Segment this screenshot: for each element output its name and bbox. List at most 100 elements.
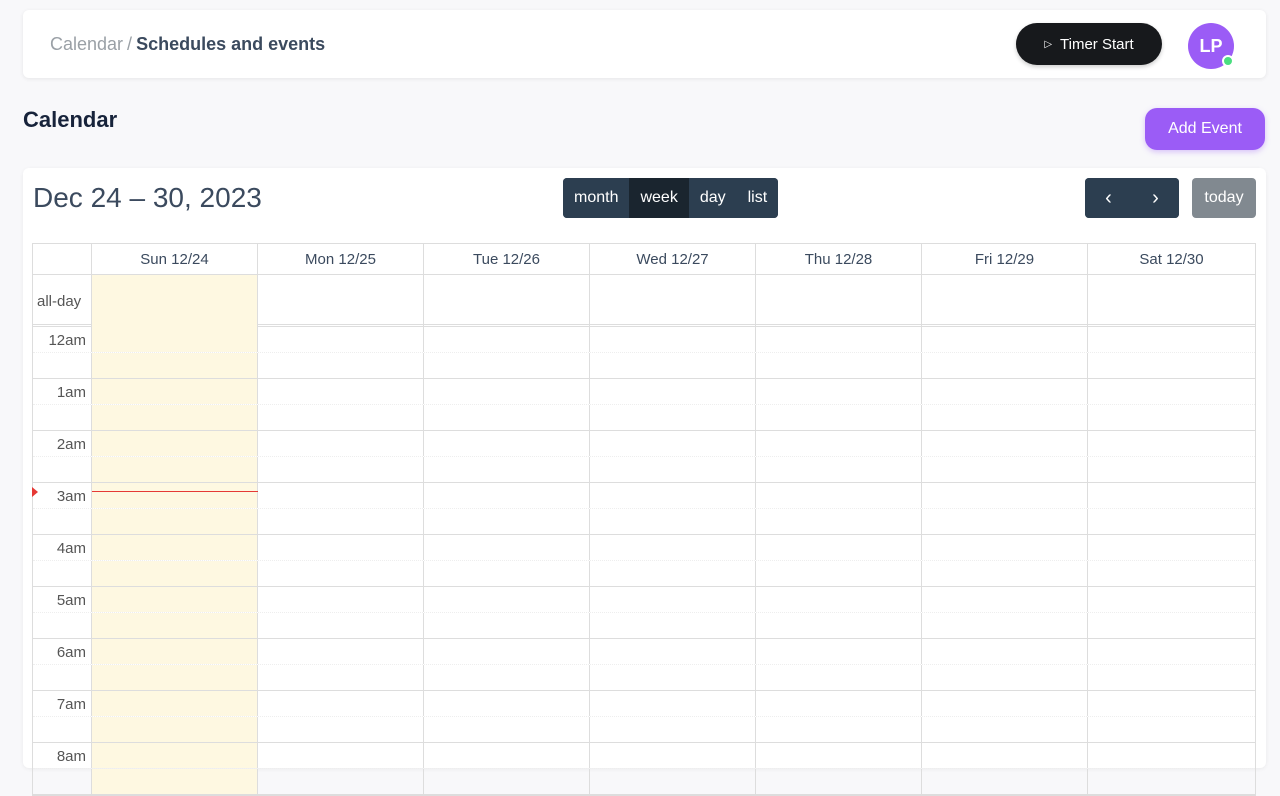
time-slot-cell[interactable] bbox=[1088, 691, 1255, 716]
all-day-cell[interactable] bbox=[922, 275, 1088, 327]
time-slot-cell[interactable] bbox=[922, 769, 1088, 794]
time-slot-cell[interactable] bbox=[590, 457, 756, 482]
time-slot-cell[interactable] bbox=[92, 509, 258, 534]
time-slot-cell[interactable] bbox=[756, 561, 922, 586]
time-slot-cell[interactable] bbox=[922, 327, 1088, 352]
time-slot-cell[interactable] bbox=[756, 587, 922, 612]
time-slot-cell[interactable] bbox=[922, 691, 1088, 716]
time-slot-cell[interactable] bbox=[590, 509, 756, 534]
time-slot-cell[interactable] bbox=[1088, 353, 1255, 378]
time-slot-cell[interactable] bbox=[590, 535, 756, 560]
time-slot-cell[interactable] bbox=[756, 639, 922, 664]
time-slot-cell[interactable] bbox=[756, 509, 922, 534]
time-slot-cell[interactable] bbox=[92, 431, 258, 456]
time-slot-cell[interactable] bbox=[922, 561, 1088, 586]
time-slot-cell[interactable] bbox=[922, 431, 1088, 456]
time-slot-cell[interactable] bbox=[92, 327, 258, 352]
time-slot-cell[interactable] bbox=[922, 665, 1088, 690]
time-slot-cell[interactable] bbox=[590, 379, 756, 404]
time-slot-cell[interactable] bbox=[590, 613, 756, 638]
time-slot-cell[interactable] bbox=[424, 639, 590, 664]
time-slot-cell[interactable] bbox=[756, 457, 922, 482]
time-slot-cell[interactable] bbox=[258, 379, 424, 404]
time-slot-cell[interactable] bbox=[424, 431, 590, 456]
time-slot-cell[interactable] bbox=[756, 379, 922, 404]
view-list-button[interactable]: list bbox=[736, 178, 779, 218]
time-slot-cell[interactable] bbox=[922, 743, 1088, 768]
time-slot-cell[interactable] bbox=[756, 769, 922, 794]
time-slot-cell[interactable] bbox=[590, 327, 756, 352]
time-slot-cell[interactable] bbox=[590, 405, 756, 430]
time-slot-cell[interactable] bbox=[424, 587, 590, 612]
time-slot-cell[interactable] bbox=[424, 743, 590, 768]
time-slot-cell[interactable] bbox=[590, 769, 756, 794]
time-slot-cell[interactable] bbox=[92, 379, 258, 404]
time-slot-cell[interactable] bbox=[92, 535, 258, 560]
time-slot-cell[interactable] bbox=[922, 379, 1088, 404]
time-slot-cell[interactable] bbox=[258, 457, 424, 482]
time-slot-cell[interactable] bbox=[756, 613, 922, 638]
time-slot-cell[interactable] bbox=[258, 561, 424, 586]
time-slot-cell[interactable] bbox=[424, 327, 590, 352]
all-day-cell[interactable] bbox=[756, 275, 922, 327]
time-slot-cell[interactable] bbox=[424, 613, 590, 638]
time-slot-cell[interactable] bbox=[424, 717, 590, 742]
time-slot-cell[interactable] bbox=[1088, 327, 1255, 352]
time-slot-cell[interactable] bbox=[1088, 509, 1255, 534]
time-slot-cell[interactable] bbox=[1088, 743, 1255, 768]
time-slot-cell[interactable] bbox=[92, 353, 258, 378]
day-header[interactable]: Fri 12/29 bbox=[922, 244, 1088, 274]
time-slot-cell[interactable] bbox=[424, 561, 590, 586]
time-slot-cell[interactable] bbox=[1088, 665, 1255, 690]
time-slot-cell[interactable] bbox=[424, 769, 590, 794]
all-day-cell[interactable] bbox=[424, 275, 590, 327]
time-slot-cell[interactable] bbox=[258, 509, 424, 534]
time-slot-cell[interactable] bbox=[92, 717, 258, 742]
all-day-cell[interactable] bbox=[258, 275, 424, 327]
time-slot-cell[interactable] bbox=[258, 483, 424, 508]
time-slot-cell[interactable] bbox=[590, 483, 756, 508]
time-slot-cell[interactable] bbox=[1088, 457, 1255, 482]
time-slot-cell[interactable] bbox=[922, 613, 1088, 638]
day-header[interactable]: Mon 12/25 bbox=[258, 244, 424, 274]
time-slot-cell[interactable] bbox=[424, 405, 590, 430]
prev-week-button[interactable]: ‹ bbox=[1085, 178, 1132, 218]
time-slot-cell[interactable] bbox=[258, 769, 424, 794]
time-slot-cell[interactable] bbox=[756, 717, 922, 742]
breadcrumb-parent[interactable]: Calendar bbox=[50, 34, 123, 54]
time-slot-cell[interactable] bbox=[424, 665, 590, 690]
time-slot-cell[interactable] bbox=[1088, 613, 1255, 638]
time-slot-cell[interactable] bbox=[92, 665, 258, 690]
time-slot-cell[interactable] bbox=[590, 717, 756, 742]
time-slot-cell[interactable] bbox=[92, 457, 258, 482]
add-event-button[interactable]: Add Event bbox=[1145, 108, 1265, 150]
time-slot-cell[interactable] bbox=[92, 483, 258, 508]
time-slot-cell[interactable] bbox=[1088, 483, 1255, 508]
time-slot-cell[interactable] bbox=[258, 613, 424, 638]
time-slot-cell[interactable] bbox=[590, 353, 756, 378]
time-slot-cell[interactable] bbox=[922, 405, 1088, 430]
time-slot-cell[interactable] bbox=[922, 509, 1088, 534]
all-day-cell[interactable] bbox=[92, 275, 258, 327]
time-slot-cell[interactable] bbox=[756, 483, 922, 508]
time-slot-cell[interactable] bbox=[590, 665, 756, 690]
today-button[interactable]: today bbox=[1192, 178, 1256, 218]
time-slot-cell[interactable] bbox=[424, 509, 590, 534]
time-slot-cell[interactable] bbox=[258, 665, 424, 690]
time-slot-cell[interactable] bbox=[424, 691, 590, 716]
time-slot-cell[interactable] bbox=[756, 665, 922, 690]
day-header[interactable]: Sun 12/24 bbox=[92, 244, 258, 274]
time-slot-cell[interactable] bbox=[1088, 405, 1255, 430]
time-slot-cell[interactable] bbox=[1088, 535, 1255, 560]
time-slot-cell[interactable] bbox=[258, 743, 424, 768]
time-slot-cell[interactable] bbox=[92, 769, 258, 794]
time-slot-cell[interactable] bbox=[590, 561, 756, 586]
time-slot-cell[interactable] bbox=[258, 405, 424, 430]
day-header[interactable]: Sat 12/30 bbox=[1088, 244, 1255, 274]
time-slot-cell[interactable] bbox=[258, 535, 424, 560]
time-slot-cell[interactable] bbox=[92, 639, 258, 664]
time-slot-cell[interactable] bbox=[756, 431, 922, 456]
time-slot-cell[interactable] bbox=[92, 743, 258, 768]
time-slot-cell[interactable] bbox=[92, 613, 258, 638]
time-slot-cell[interactable] bbox=[1088, 379, 1255, 404]
